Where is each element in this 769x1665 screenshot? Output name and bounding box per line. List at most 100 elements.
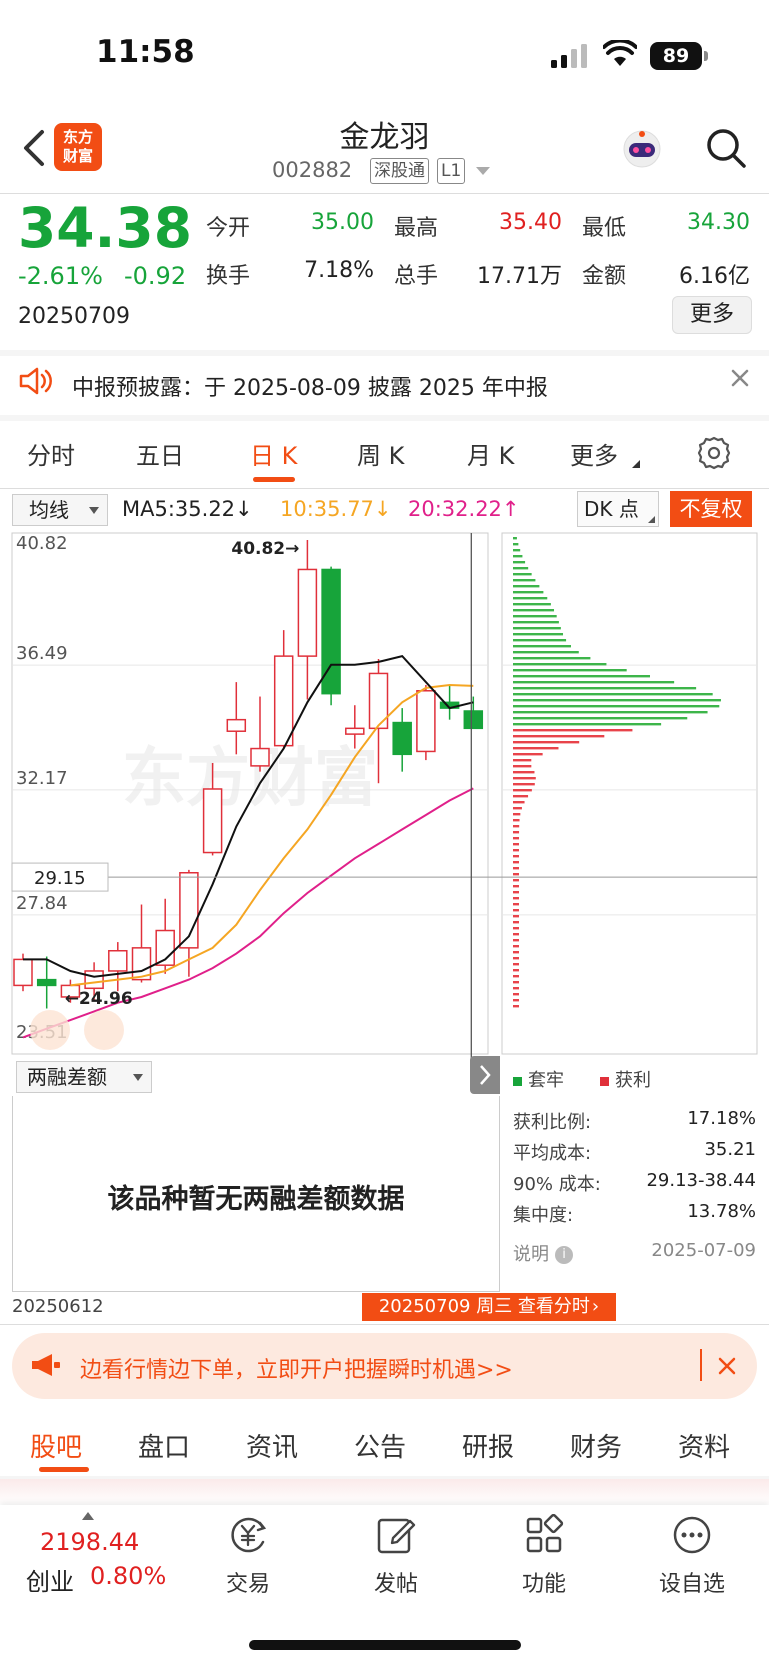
gear-icon[interactable] [697,436,731,470]
speaker-icon [19,367,52,395]
chip-bar [513,573,532,576]
tab-weekly-k[interactable]: 周 K [357,436,404,471]
tab-monthly-k[interactable]: 月 K [467,436,514,471]
legend-loss-swatch [513,1076,522,1086]
chip-bar [513,813,521,816]
y-tick-label: 40.82 [16,533,68,554]
chip-bar [513,921,519,924]
info-icon: i [555,1246,573,1264]
stock-code[interactable]: 002882 [272,158,352,182]
tabs-divider [0,488,769,489]
chip-bar [513,1005,519,1008]
tab-pankou[interactable]: 盘口 [138,1427,190,1464]
nav-functions[interactable]: 功能 [494,1514,594,1598]
tab-guba[interactable]: 股吧 [30,1427,82,1464]
nav-post[interactable]: 发帖 [346,1514,446,1598]
index-name[interactable]: 创业 [26,1562,74,1597]
status-time: 11:58 [96,34,195,70]
chip-bar [513,699,721,702]
more-quote-button[interactable]: 更多 [672,296,752,334]
tab-more[interactable]: 更多 [570,436,618,471]
dk-point-button[interactable]: DK 点 [577,491,659,527]
candle-body [84,970,104,990]
chip-bar [513,681,675,684]
quote-date: 20250709 [18,304,130,329]
grid-icon [526,1514,564,1553]
chevron-down-icon[interactable] [476,167,490,175]
announcement-text[interactable]: 中报预披露：于 2025-08-09 披露 2025 年中报 [72,370,548,402]
open-value: 35.00 [311,210,374,235]
tab-profile[interactable]: 资料 [678,1427,730,1464]
margin-indicator-select[interactable]: 两融差额 [16,1061,152,1093]
chip-bar [513,585,540,588]
tab-five-day[interactable]: 五日 [136,436,184,471]
amount-label: 金额 [582,264,627,289]
cell-signal-icon [551,44,587,68]
low-value: 34.30 [687,210,750,235]
chip-bar [513,987,519,990]
chip-bar [513,747,559,750]
chip-bar [513,537,517,540]
no-adjust-button[interactable]: 不复权 [670,491,752,527]
tab-more-triangle-icon [632,460,640,468]
turnover-value: 7.18% [304,258,374,283]
collapse-chip-button[interactable] [470,1056,500,1094]
chip-bar [513,561,526,564]
index-expand-icon[interactable] [82,1512,94,1520]
chip-bar [513,915,519,918]
chip-explain-link[interactable]: 说明 i [513,1240,573,1266]
chip-bar [513,867,519,870]
chip-bar [513,705,720,708]
concentration-value: 13.78% [687,1201,756,1222]
corner-triangle-icon [648,516,655,523]
index-value[interactable]: 2198.44 [40,1528,139,1556]
chip-bar [513,951,519,954]
megaphone-icon [32,1354,60,1376]
chevron-down-icon [133,1074,143,1081]
battery-indicator: 89 [650,42,702,70]
chip-bar [513,735,605,738]
chip-bar [513,957,519,960]
candle-body [226,718,247,732]
chip-bar [513,801,525,804]
chip-bar [513,789,532,792]
promo-text[interactable]: 边看行情边下单，立即开户把握瞬时机遇>> [80,1352,513,1384]
assistant-robot-icon[interactable] [620,127,664,171]
tab-news[interactable]: 资讯 [246,1427,298,1464]
active-section-indicator [39,1467,89,1472]
close-icon[interactable] [716,1355,738,1377]
chip-bar [513,795,529,798]
search-icon[interactable] [705,127,747,169]
indicator-select[interactable]: 均线 [12,494,108,526]
legend-loss: 套牢 [513,1066,564,1092]
chip-bar [513,741,580,744]
bubble-icon [84,1010,124,1050]
tab-daily-k[interactable]: 日 K [250,436,297,471]
chip-bar [513,651,579,654]
candle-body [108,949,128,972]
index-percent[interactable]: 0.80% [90,1562,166,1590]
view-intraday-button[interactable]: 20250709 周三 查看分时 › [362,1293,616,1321]
chip-bar [513,975,519,978]
battery-tip [704,51,708,61]
header-divider [0,193,769,194]
chip-bar [513,543,519,546]
chip-bar [513,831,520,834]
tab-finance[interactable]: 财务 [570,1427,622,1464]
home-indicator [249,1640,521,1650]
panel-bottom-divider [0,1324,769,1325]
chip-bar [513,753,543,756]
margin-select-label: 两融差额 [27,1065,107,1089]
close-icon[interactable] [728,366,752,390]
tab-research[interactable]: 研报 [462,1427,514,1464]
chip-bar [513,717,688,720]
nav-add-watchlist[interactable]: 设自选 [642,1514,742,1598]
tab-announcement[interactable]: 公告 [354,1427,406,1464]
chip-bar [513,837,520,840]
tab-intraday[interactable]: 分时 [27,436,75,471]
nav-trade[interactable]: 交易 [198,1514,298,1598]
quote-divider [0,350,769,356]
chip-bar [513,933,519,936]
kline-chart[interactable]: 东方财富40.8236.4932.1727.8423.5140.82→←24.9… [0,528,769,1058]
watermark-text: 东方财富 [122,742,378,816]
